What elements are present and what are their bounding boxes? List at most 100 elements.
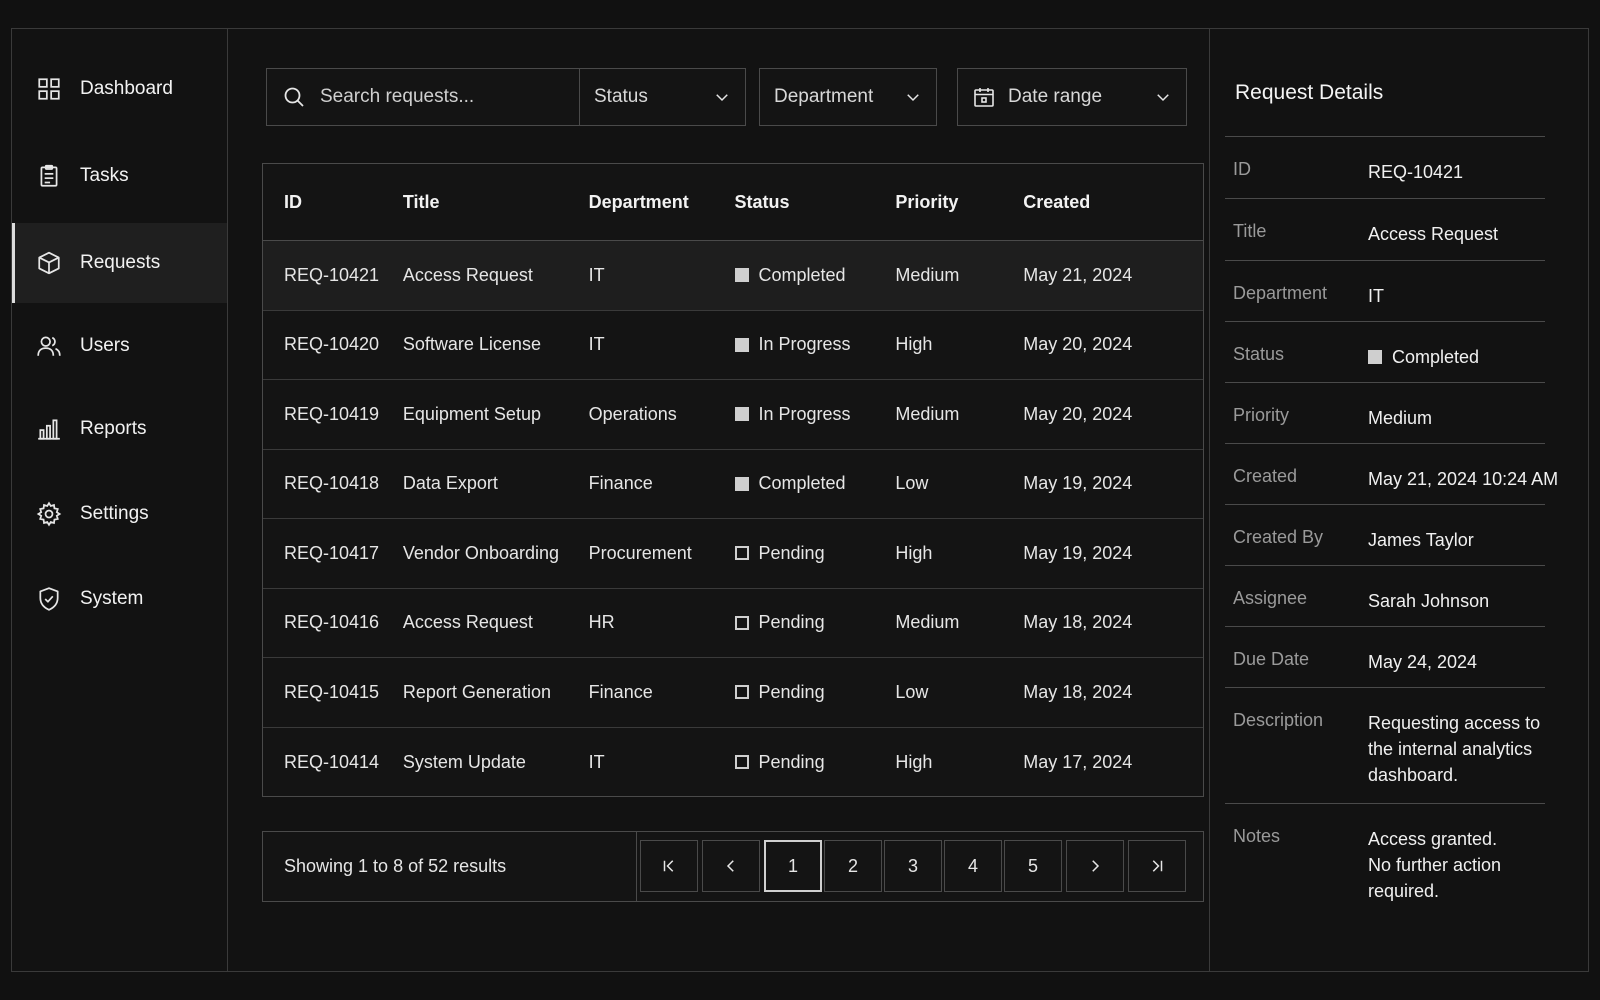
detail-row-title: Title Access Request <box>1225 198 1545 260</box>
sidebar-item-requests[interactable]: Requests <box>12 223 227 303</box>
sidebar-item-reports[interactable]: Reports <box>12 389 227 469</box>
cell-title: System Update <box>402 751 526 772</box>
cell-created: May 17, 2024 <box>1023 751 1133 772</box>
first-page-icon <box>663 860 674 872</box>
cell-status: Pending <box>734 752 896 773</box>
detail-value: Medium <box>1368 408 1433 428</box>
table-row[interactable]: REQ-10419 Equipment Setup Operations In … <box>263 380 1203 450</box>
search-box[interactable] <box>266 68 582 126</box>
status-filled-icon <box>734 337 749 352</box>
cell-created: May 18, 2024 <box>1023 681 1133 702</box>
cell-department: HR <box>588 612 615 633</box>
first-page-button[interactable] <box>640 840 698 892</box>
table-row[interactable]: REQ-10416 Access Request HR Pending Medi… <box>263 589 1203 658</box>
next-page-button[interactable] <box>1066 840 1124 892</box>
column-header-status[interactable]: Status <box>735 192 896 213</box>
cell-id: REQ-10421 <box>284 264 380 285</box>
page-button-5[interactable]: 5 <box>1004 840 1062 892</box>
page-button-1[interactable]: 1 <box>764 840 822 892</box>
sidebar-item-tasks[interactable]: Tasks <box>12 136 227 216</box>
app-window: Dashboard Tasks Requests Users Reports S… <box>11 28 1589 972</box>
cell-id: REQ-10414 <box>284 751 380 772</box>
sidebar-item-settings[interactable]: Settings <box>12 474 227 554</box>
status-label: Pending <box>758 542 825 563</box>
detail-row-notes: Notes Access granted. No further action … <box>1225 803 1545 919</box>
details-title: Request Details <box>1235 81 1384 104</box>
date-range-dropdown[interactable]: Date range <box>957 68 1187 126</box>
cell-department: Finance <box>588 473 653 494</box>
sidebar-item-label: Dashboard <box>80 78 173 99</box>
cell-status: Pending <box>734 612 896 633</box>
status-label: In Progress <box>758 334 851 355</box>
sidebar: Dashboard Tasks Requests Users Reports S… <box>12 29 228 971</box>
search-icon <box>284 87 304 107</box>
search-input[interactable] <box>320 86 560 108</box>
department-filter-dropdown[interactable]: Department <box>759 68 937 126</box>
detail-label: Department <box>1233 283 1328 303</box>
cell-id: REQ-10420 <box>284 334 380 355</box>
cell-priority: High <box>895 334 933 355</box>
detail-label: Due Date <box>1233 649 1310 669</box>
status-label: In Progress <box>758 403 851 424</box>
cell-title: Data Export <box>402 473 498 494</box>
users-icon <box>37 336 61 356</box>
chevron-down-icon <box>716 94 728 102</box>
table-row[interactable]: REQ-10417 Vendor Onboarding Procurement … <box>263 519 1203 589</box>
cell-department: Operations <box>588 403 677 424</box>
cell-created: May 19, 2024 <box>1023 542 1133 563</box>
sidebar-item-dashboard[interactable]: Dashboard <box>12 49 227 129</box>
prev-page-button[interactable] <box>702 840 760 892</box>
chevron-left-icon <box>726 860 734 872</box>
status-filter-label: Status <box>594 86 648 107</box>
cell-department: Finance <box>588 681 653 702</box>
cell-id: REQ-10416 <box>284 612 380 633</box>
page-button-4[interactable]: 4 <box>944 840 1002 892</box>
cell-id: REQ-10415 <box>284 681 380 702</box>
column-header-priority[interactable]: Priority <box>895 192 1023 213</box>
status-filter-dropdown[interactable]: Status <box>579 68 746 126</box>
column-header-created[interactable]: Created <box>1023 192 1203 213</box>
table-row[interactable]: REQ-10421 Access Request IT Completed Me… <box>263 241 1203 311</box>
detail-label: Created By <box>1233 527 1324 547</box>
sidebar-item-users[interactable]: Users <box>12 306 227 386</box>
cell-id: REQ-10417 <box>284 542 380 563</box>
detail-value: Access Request <box>1368 224 1499 244</box>
sidebar-item-system[interactable]: System <box>12 559 227 639</box>
last-page-button[interactable] <box>1128 840 1186 892</box>
main-content: Status Department Date range ID Title De… <box>228 29 1244 971</box>
cell-department: IT <box>588 264 605 285</box>
page-button-3[interactable]: 3 <box>884 840 942 892</box>
cell-status: Completed <box>734 265 896 286</box>
cell-department: IT <box>588 334 605 355</box>
cell-id: REQ-10419 <box>284 403 380 424</box>
detail-row-created: Created May 21, 2024 10:24 AM <box>1225 443 1558 504</box>
detail-label: Notes <box>1233 826 1281 846</box>
detail-value: Requesting access to the internal analyt… <box>1368 713 1541 785</box>
page-button-2[interactable]: 2 <box>824 840 882 892</box>
detail-value: May 24, 2024 <box>1368 652 1478 672</box>
bar-chart-icon <box>38 419 60 440</box>
column-header-department[interactable]: Department <box>589 192 735 213</box>
table-row[interactable]: REQ-10420 Software License IT In Progres… <box>263 311 1203 380</box>
status-filled-icon <box>734 268 749 283</box>
table-row[interactable]: REQ-10418 Data Export Finance Completed … <box>263 450 1203 519</box>
column-header-id[interactable]: ID <box>263 192 403 213</box>
results-summary: Showing 1 to 8 of 52 results <box>284 856 507 876</box>
chevron-down-icon <box>907 94 919 102</box>
detail-label: Title <box>1233 221 1267 241</box>
detail-label: Status <box>1233 344 1285 364</box>
detail-label: Description <box>1233 710 1324 730</box>
table-row[interactable]: REQ-10415 Report Generation Finance Pend… <box>263 658 1203 728</box>
detail-label: Priority <box>1233 405 1290 425</box>
clipboard-icon <box>40 164 58 187</box>
status-filled-icon <box>734 407 749 422</box>
detail-label: ID <box>1233 159 1251 179</box>
column-header-title[interactable]: Title <box>403 192 589 213</box>
detail-row-due-date: Due Date May 24, 2024 <box>1225 626 1545 687</box>
chevron-down-icon <box>1157 94 1169 102</box>
detail-row-id: ID REQ-10421 <box>1225 136 1545 198</box>
cell-created: May 21, 2024 <box>1023 264 1133 285</box>
request-details-panel: Request Details ID REQ-10421 Title Acces… <box>1209 29 1589 971</box>
table-row[interactable]: REQ-10414 System Update IT Pending High … <box>263 728 1203 798</box>
cell-id: REQ-10418 <box>284 473 380 494</box>
